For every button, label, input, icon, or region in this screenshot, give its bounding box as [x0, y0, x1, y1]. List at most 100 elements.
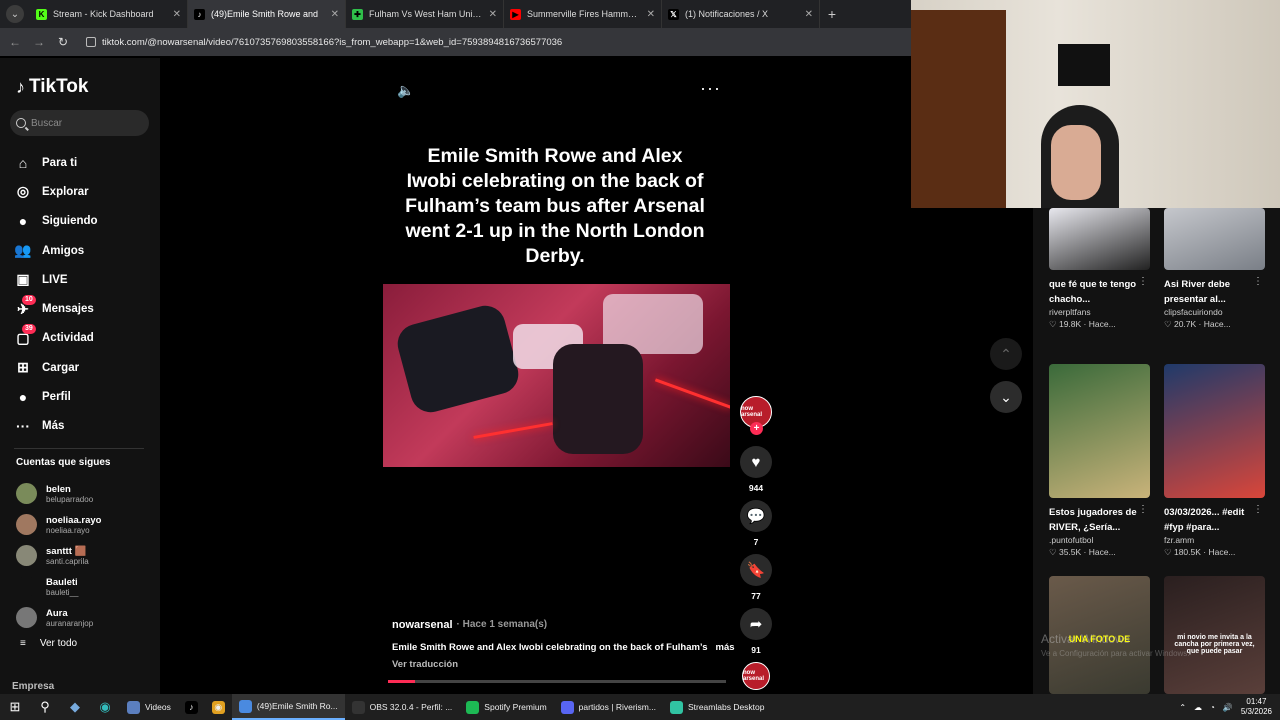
save-button[interactable]: 🔖 [740, 554, 772, 586]
following-item[interactable]: santtt 🟫 santi.caprila [16, 540, 156, 571]
video-progress-bar[interactable] [388, 680, 726, 683]
search-input[interactable]: Buscar [10, 110, 149, 136]
card-user[interactable]: fzr.amm [1164, 535, 1265, 545]
tab-close-icon[interactable]: ✕ [173, 9, 181, 20]
taskbar-app[interactable]: OBS 32.0.4 - Perfil: ... [345, 694, 460, 720]
sidebar-item[interactable]: ⌂ Para ti [14, 148, 154, 177]
new-tab-button[interactable]: + [820, 6, 844, 22]
more-button[interactable]: más [716, 642, 735, 653]
tab-close-icon[interactable]: ✕ [647, 9, 655, 20]
card-more-icon[interactable]: ⋮ [1138, 504, 1148, 515]
avatar [16, 545, 37, 566]
following-item[interactable]: belen beluparradoo [16, 478, 156, 509]
share-button[interactable]: ➦ [740, 608, 772, 640]
sidebar-item[interactable]: ▢ 39 Actividad [14, 324, 154, 353]
sidebar-item[interactable]: ● Perfil [14, 382, 154, 411]
tab-search-icon[interactable]: ⌄ [6, 5, 24, 23]
video-frame[interactable] [383, 284, 730, 467]
taskbar-app[interactable]: Streamlabs Desktop [663, 694, 772, 720]
video-thumbnail[interactable] [1164, 208, 1265, 270]
tiktok-logo[interactable]: ♪ TikTok [16, 76, 88, 98]
previous-video-button[interactable]: ⌃ [990, 338, 1022, 370]
like-button[interactable]: ♥ [740, 446, 772, 478]
card-user[interactable]: .puntofutbol [1049, 535, 1150, 545]
recommended-video-card[interactable]: Estos jugadores de RIVER, ¿Sería... ⋮ .pun… [1049, 364, 1150, 558]
recommended-video-card[interactable]: mi novio me invita a la cancha por prime… [1164, 576, 1265, 694]
creator-avatar[interactable]: now arsenal + [740, 396, 772, 435]
taskbar-app[interactable]: partidos | Riverism... [554, 694, 663, 720]
taskbar-app[interactable]: (49)Emile Smith Ro... [231, 694, 345, 720]
taskbar-app[interactable]: Spotify Premium [459, 694, 553, 720]
card-more-icon[interactable]: ⋮ [1253, 504, 1263, 515]
following-item[interactable]: Aura auranaranjop [16, 602, 156, 633]
follow-plus-icon[interactable]: + [750, 422, 763, 435]
sidebar-item[interactable]: ··· Más [14, 412, 154, 441]
browser-tab[interactable]: K Stream - Kick Dashboard ✕ [30, 0, 188, 28]
edge-icon[interactable]: ◉ [90, 694, 120, 720]
next-video-button[interactable]: ⌄ [990, 381, 1022, 413]
card-more-icon[interactable]: ⋮ [1253, 276, 1263, 287]
sidebar-item[interactable]: ✈ 10 Mensajes [14, 294, 154, 323]
sidebar-item[interactable]: ⊞ Cargar [14, 353, 154, 382]
volume-icon[interactable]: 🔈 [397, 82, 414, 99]
sidebar-item[interactable]: ● Siguiendo [14, 207, 154, 236]
following-text: Bauleti bauleti__ [46, 577, 78, 597]
tray-chevron-icon[interactable]: ⌃ [1179, 703, 1186, 712]
network-icon[interactable]: ◔ [1210, 703, 1215, 712]
more-options-icon[interactable]: ··· [700, 78, 721, 99]
tab-close-icon[interactable]: ✕ [331, 9, 339, 20]
forward-icon[interactable]: → [32, 35, 46, 49]
clock[interactable]: 01:47 5/3/2026 [1241, 697, 1272, 717]
recommended-video-card[interactable]: Asi River debe presentar al... ⋮ clipsfacu… [1164, 208, 1265, 330]
back-icon[interactable]: ← [8, 35, 22, 49]
video-thumbnail[interactable] [1164, 364, 1265, 498]
onedrive-icon[interactable]: ☁ [1194, 703, 1202, 712]
following-item[interactable]: noeliaa.rayo noeliaa.rayo [16, 509, 156, 540]
taskbar-app[interactable]: ◉ [205, 694, 232, 720]
card-more-icon[interactable]: ⋮ [1138, 276, 1148, 287]
card-user[interactable]: clipsfacuiriondo [1164, 307, 1265, 317]
following-item[interactable]: Bauleti bauleti__ [16, 571, 156, 602]
video-thumbnail[interactable] [1049, 364, 1150, 498]
search-icon[interactable]: ⚲ [30, 694, 60, 720]
logo-text: TikTok [29, 76, 89, 97]
recommended-video-card[interactable]: que fé que te tengo chacho... ⋮ riverpltfa… [1049, 208, 1150, 330]
sidebar-item[interactable]: ▣ LIVE [14, 265, 154, 294]
comment-button[interactable]: 💬 [740, 500, 772, 532]
copilot-icon[interactable]: ◆ [60, 694, 90, 720]
card-user[interactable]: riverpltfans [1049, 307, 1150, 317]
taskbar-app[interactable]: Videos [120, 694, 178, 720]
volume-tray-icon[interactable]: 🔊 [1223, 703, 1233, 712]
nav-icon: 👥 [14, 242, 32, 259]
sidebar-item[interactable]: ◎ Explorar [14, 177, 154, 206]
activate-windows-title: Activar Windows [1041, 632, 1130, 646]
app-icon: ◉ [211, 700, 225, 714]
browser-tab[interactable]: ♪ (49)Emile Smith Rowe and ✕ [188, 0, 346, 28]
sound-disc[interactable]: now arsenal [742, 662, 770, 690]
browser-tab[interactable]: ✚ Fulham Vs West Ham United - ✕ [346, 0, 504, 28]
start-icon[interactable]: ⊞ [0, 694, 30, 720]
taskbar-app-label: OBS 32.0.4 - Perfil: ... [369, 702, 453, 712]
author-name[interactable]: nowarsenal [392, 619, 453, 631]
sidebar-item[interactable]: 👥 Amigos [14, 236, 154, 265]
app-icon [238, 699, 252, 713]
video-thumbnail[interactable]: mi novio me invita a la cancha por prime… [1164, 576, 1265, 694]
card-stats: ♡ 180.5K · Hace... [1164, 547, 1236, 557]
screen: ⌄ K Stream - Kick Dashboard ✕ ♪ (49)Emile Sm… [0, 0, 1280, 720]
video-thumbnail[interactable] [1049, 208, 1150, 270]
url-field[interactable]: tiktok.com/@nowarsenal/video/76107357698… [86, 37, 562, 48]
see-all-button[interactable]: ≡ Ver todo [20, 638, 77, 649]
site-info-icon[interactable] [86, 37, 96, 47]
chevron-up-icon: ⌃ [1000, 345, 1012, 362]
tab-close-icon[interactable]: ✕ [489, 9, 497, 20]
search-icon [16, 118, 26, 128]
taskbar-app[interactable]: ♪ [178, 694, 205, 720]
tab-close-icon[interactable]: ✕ [805, 9, 813, 20]
browser-tab[interactable]: ▶ Summerville Fires Hammers To ✕ [504, 0, 662, 28]
browser-tab[interactable]: 𝕏 (1) Notificaciones / X ✕ [662, 0, 820, 28]
translate-button[interactable]: Ver traducción [392, 659, 458, 670]
avatar [16, 514, 37, 535]
recommended-video-card[interactable]: 03/03/2026... #edit #fyp #para... ⋮ fzr.am… [1164, 364, 1265, 558]
reload-icon[interactable]: ↻ [56, 35, 70, 49]
footer-company-link[interactable]: Empresa [12, 681, 54, 692]
